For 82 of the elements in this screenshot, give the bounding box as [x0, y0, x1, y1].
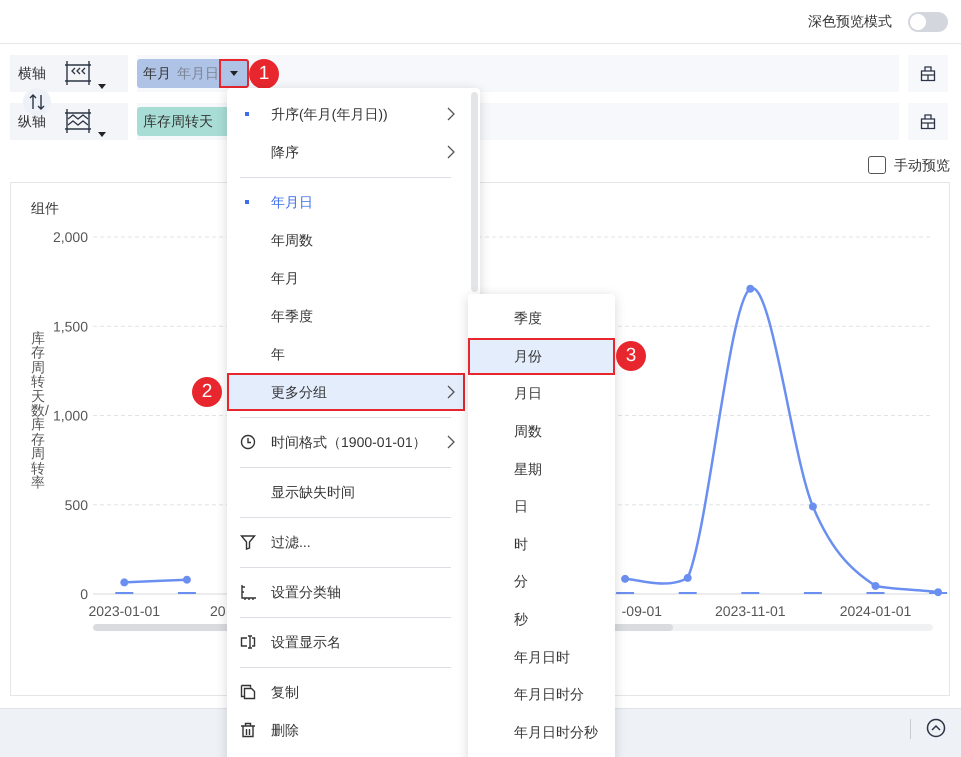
axis-label: 纵轴 [18, 112, 46, 131]
toggle-switch[interactable] [908, 12, 948, 32]
axis-tick-label: 2023-01-01 [88, 603, 160, 619]
data-point [872, 582, 880, 590]
baseline-mark [741, 592, 760, 594]
axis-icon [240, 584, 256, 600]
axis-tick-label: -09-01 [622, 603, 662, 619]
baseline-mark [178, 592, 196, 594]
menu-item[interactable]: 时 [468, 526, 615, 564]
menu-item[interactable]: 设置显示名 [227, 623, 465, 661]
menu-item[interactable]: 设置分类轴 [227, 573, 465, 611]
axis-tick-label: 1,500 [52, 318, 88, 334]
filter-icon [240, 534, 256, 550]
menu-item[interactable]: 秒 [468, 600, 615, 638]
baseline-mark [115, 592, 134, 594]
callout-badge: 2 [192, 377, 222, 407]
data-point [808, 502, 817, 511]
data-point [621, 574, 630, 583]
caret-icon [98, 84, 106, 89]
menu-item[interactable]: 季度 [468, 300, 615, 338]
menu-item[interactable]: 年月日 [227, 183, 465, 221]
settings-button[interactable] [908, 55, 948, 92]
baseline-mark [616, 592, 634, 594]
menu-item[interactable]: 时间格式（1900-01-01） [227, 423, 465, 461]
data-point [684, 574, 692, 582]
caret-icon [230, 71, 238, 76]
axis-tick-label: 1,000 [52, 408, 88, 424]
axis-tick-label: 2,000 [52, 229, 88, 245]
menu-item[interactable]: 月日 [468, 375, 615, 413]
data-point [934, 588, 942, 596]
swap-icon [28, 93, 46, 111]
toolbox-icon [920, 66, 936, 82]
rename-icon [240, 634, 256, 650]
menu-item[interactable]: 日 [468, 488, 615, 526]
axis-tick-label: 500 [64, 496, 88, 513]
checkbox-label: 手动预览 [894, 156, 950, 174]
axis-tick-label: 0 [80, 586, 88, 602]
toolbox-icon [920, 114, 936, 130]
callout-badge: 1 [249, 58, 279, 88]
chevron-up-icon [926, 718, 946, 738]
menu-item[interactable]: 周数 [468, 412, 615, 450]
chart-title: 组件 [31, 200, 59, 216]
callout-badge: 3 [616, 341, 646, 372]
menu-item[interactable]: 显示缺失时间 [227, 473, 465, 511]
trash-icon [240, 722, 256, 738]
menu-item[interactable]: 年月日时分 [468, 676, 615, 714]
menu-item[interactable]: 年 [227, 335, 465, 373]
menu-item[interactable]: 年季度 [227, 297, 465, 335]
menu-item[interactable]: 年月日时 [468, 638, 615, 676]
clock-icon [240, 434, 256, 450]
baseline-mark [678, 592, 697, 594]
menu-item[interactable]: 年周数 [227, 221, 465, 259]
axis-tick-label: 2023-11-01 [715, 603, 786, 619]
menu-item[interactable]: 年月 [227, 259, 465, 297]
menu-item[interactable]: 降序 [227, 133, 465, 171]
menu-item[interactable]: 星期 [468, 450, 615, 488]
data-point [746, 284, 754, 293]
menu-item[interactable]: 年月日时分秒 [468, 714, 615, 752]
dark-preview-label: 深色预览模式 [808, 12, 892, 31]
menu-item[interactable]: 分 [468, 563, 615, 601]
data-point [182, 576, 191, 584]
menu-item[interactable]: 更多分组 [227, 373, 465, 411]
menu-item[interactable]: 月份 [468, 338, 615, 376]
settings-button[interactable] [908, 103, 948, 140]
baseline-mark [866, 592, 884, 594]
checkbox[interactable] [868, 156, 886, 174]
collapse-button[interactable] [926, 717, 946, 738]
baseline-mark [804, 592, 822, 594]
axis-icon [64, 107, 92, 135]
axis-icon [64, 59, 92, 87]
copy-icon [240, 684, 256, 700]
axis-tick-label: 2024-01-01 [840, 603, 912, 619]
field-pill[interactable]: 年月 年月日 [137, 59, 219, 88]
axis-tick-label: 20 [210, 603, 226, 619]
menu-item[interactable]: 过滤... [227, 523, 465, 561]
menu-item[interactable]: 删除 [227, 711, 465, 749]
caret-icon [98, 132, 106, 137]
data-point [120, 578, 128, 586]
menu-item[interactable]: 复制 [227, 673, 465, 711]
dropdown-button[interactable] [219, 59, 249, 88]
axis-label: 横轴 [18, 64, 46, 83]
scrollbar-thumb[interactable] [471, 92, 478, 292]
